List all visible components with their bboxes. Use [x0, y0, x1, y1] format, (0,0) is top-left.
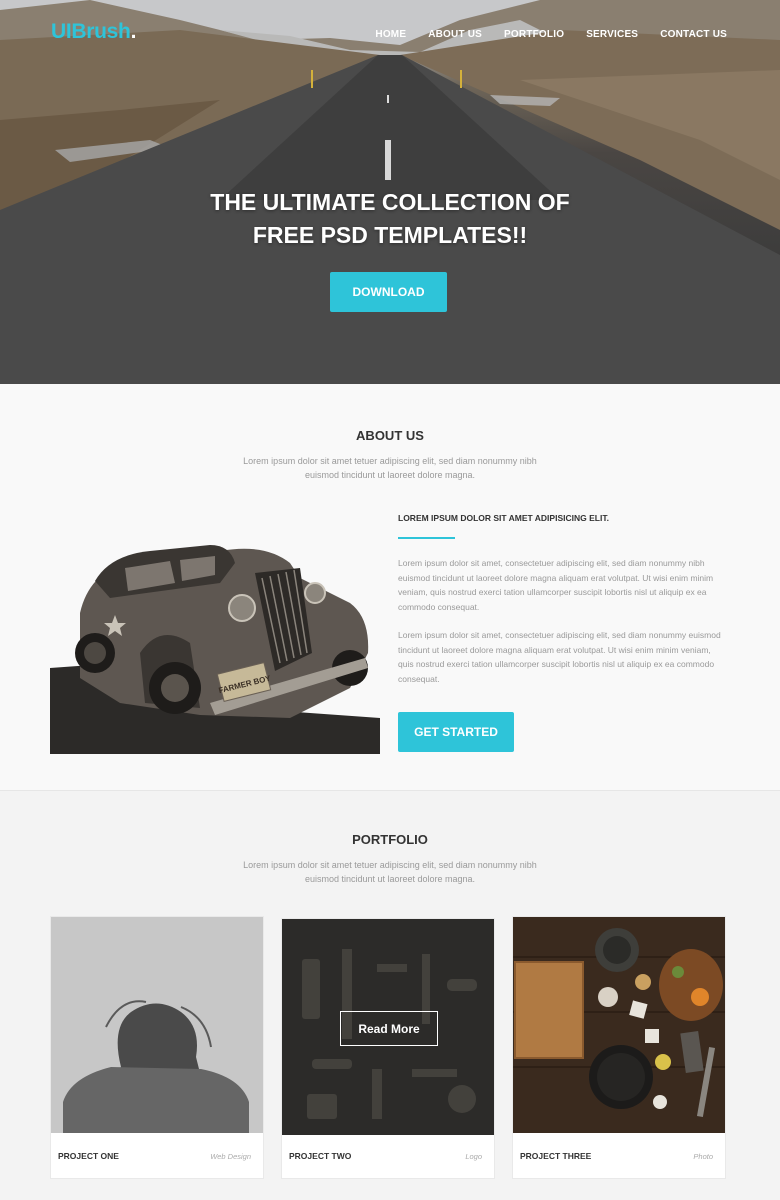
portfolio-subtitle: Lorem ipsum dolor sit amet tetuer adipis… — [0, 858, 780, 886]
portfolio-card-1[interactable]: PROJECT ONE Web Design — [50, 916, 264, 1179]
hero-title: THE ULTIMATE COLLECTION OF FREE PSD TEMP… — [0, 186, 780, 252]
about-subtitle: Lorem ipsum dolor sit amet tetuer adipis… — [0, 454, 780, 482]
portfolio-title: PORTFOLIO — [352, 832, 428, 847]
portfolio-section: PORTFOLIO Lorem ipsum dolor sit amet tet… — [0, 790, 780, 1200]
portfolio-subtitle-line2: euismod tincidunt ut laoreet dolore magn… — [304, 874, 476, 884]
portfolio-card-3[interactable]: PROJECT THREE Photo — [512, 916, 726, 1179]
about-paragraph-1: Lorem ipsum dolor sit amet, consectetuer… — [398, 558, 714, 612]
nav-portfolio[interactable]: PORTFOLIO — [504, 29, 564, 40]
site-logo[interactable]: UIBrush. — [51, 20, 136, 44]
about-subtitle-line1: Lorem ipsum dolor sit amet tetuer adipis… — [243, 456, 537, 466]
nav-home[interactable]: HOME — [375, 29, 406, 40]
logo-dot: . — [130, 20, 137, 43]
accent-divider — [398, 537, 455, 539]
about-subtitle-line2: euismod tincidunt ut laoreet dolore magn… — [304, 470, 476, 480]
project-one-category: Web Design — [210, 1151, 251, 1161]
about-title: ABOUT US — [356, 428, 424, 443]
project-two-name: PROJECT TWO — [289, 1151, 352, 1161]
about-section: ABOUT US Lorem ipsum dolor sit amet tetu… — [0, 384, 780, 790]
project-three-name: PROJECT THREE — [520, 1151, 592, 1161]
portfolio-card-2[interactable]: Read More PROJECT TWO Logo — [281, 918, 495, 1179]
hero-title-line2: FREE PSD TEMPLATES!! — [252, 222, 528, 248]
logo-text: UIBrush — [51, 20, 131, 43]
download-button[interactable]: DOWNLOAD — [330, 272, 447, 312]
nav-services[interactable]: SERVICES — [586, 29, 638, 40]
get-started-button[interactable]: GET STARTED — [398, 712, 514, 752]
main-nav: HOME ABOUT US PORTFOLIO SERVICES CONTACT… — [375, 29, 727, 40]
read-more-button[interactable]: Read More — [340, 1011, 438, 1046]
about-paragraph-2: Lorem ipsum dolor sit amet, consectetuer… — [398, 630, 721, 684]
project-two-category: Logo — [465, 1151, 482, 1161]
about-heading: LOREM IPSUM DOLOR SIT AMET ADIPISICING E… — [398, 513, 609, 523]
project-one-image — [51, 917, 263, 1133]
project-three-category: Photo — [693, 1151, 713, 1161]
nav-contact-us[interactable]: CONTACT US — [660, 29, 727, 40]
hero-section: UIBrush. HOME ABOUT US PORTFOLIO SERVICE… — [0, 0, 780, 384]
project-two-image: Read More — [282, 919, 494, 1135]
portfolio-subtitle-line1: Lorem ipsum dolor sit amet tetuer adipis… — [243, 860, 537, 870]
hero-title-line1: THE ULTIMATE COLLECTION OF — [210, 189, 570, 215]
project-one-meta: PROJECT ONE Web Design — [51, 1134, 263, 1178]
project-two-meta: PROJECT TWO Logo — [282, 1134, 494, 1178]
project-one-name: PROJECT ONE — [58, 1151, 119, 1161]
vintage-car-image: FARMER BOY — [50, 503, 380, 754]
project-three-meta: PROJECT THREE Photo — [513, 1134, 725, 1178]
nav-about-us[interactable]: ABOUT US — [428, 29, 482, 40]
project-three-image — [513, 917, 725, 1133]
